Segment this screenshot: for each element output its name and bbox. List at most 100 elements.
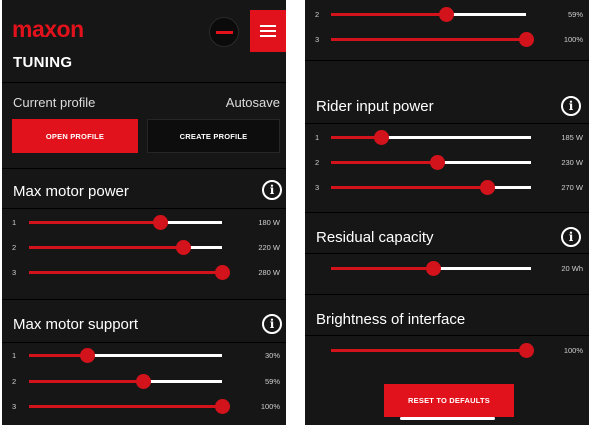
- menu-bar-line: [260, 25, 276, 27]
- row-index: 2: [315, 158, 320, 167]
- row-index: 1: [12, 218, 17, 227]
- row-index: 3: [12, 268, 17, 277]
- slider-row: 100%: [305, 343, 589, 358]
- slider-thumb[interactable]: [215, 265, 230, 280]
- rider-input-power-title: Rider input power: [316, 98, 434, 115]
- max-motor-power-info-icon[interactable]: i: [262, 180, 282, 200]
- hamburger-menu-icon[interactable]: [250, 10, 286, 52]
- slider-value: 100%: [563, 346, 583, 355]
- slider-row: 3 100%: [305, 32, 589, 47]
- slider-thumb[interactable]: [430, 155, 445, 170]
- slider-value: 30%: [264, 351, 280, 360]
- max-motor-power-slider-2[interactable]: [29, 240, 222, 255]
- slider-thumb[interactable]: [215, 399, 230, 414]
- slider-thumb[interactable]: [439, 7, 455, 22]
- residual-capacity-title: Residual capacity: [316, 229, 434, 246]
- slider-fill: [29, 246, 184, 249]
- slider-fill: [331, 38, 526, 41]
- brightness-slider[interactable]: [331, 343, 534, 358]
- slider-value: 20 Wh: [561, 264, 583, 273]
- row-index: 3: [12, 402, 17, 411]
- slider-row: 2 59%: [305, 7, 589, 22]
- slider-value: 220 W: [258, 243, 280, 252]
- max-motor-support-slider-1[interactable]: [29, 348, 222, 363]
- header-divider: [2, 82, 286, 83]
- section-divider: [305, 335, 589, 336]
- row-index: 2: [12, 243, 17, 252]
- slider-value: 185 W: [561, 133, 583, 142]
- slider-fill: [29, 405, 222, 408]
- open-profile-button[interactable]: OPEN PROFILE: [12, 119, 138, 153]
- tuning-screen-bottom: 2 59% 3 100% Rider input power i 1 185 W…: [305, 0, 589, 425]
- slider-row: 2 59%: [2, 374, 286, 389]
- slider-row: 3 280 W: [2, 265, 286, 280]
- slider-thumb[interactable]: [79, 348, 95, 363]
- rider-input-power-slider-1[interactable]: [331, 130, 531, 145]
- maxon-logo: maxon: [12, 16, 84, 42]
- autosave-status: Autosave: [225, 95, 280, 110]
- slider-thumb[interactable]: [519, 32, 534, 47]
- slider-fill: [29, 354, 87, 357]
- slider-thumb[interactable]: [480, 180, 495, 195]
- slider-thumb[interactable]: [153, 215, 169, 230]
- row-index: 3: [315, 35, 320, 44]
- rider-input-power-slider-2[interactable]: [331, 155, 531, 170]
- max-motor-support-info-icon[interactable]: i: [262, 314, 282, 334]
- slider-thumb[interactable]: [426, 261, 441, 276]
- slider-row: 1 185 W: [305, 130, 589, 145]
- max-motor-power-slider-1[interactable]: [29, 215, 222, 230]
- section-divider: [305, 294, 589, 295]
- row-index: 1: [12, 351, 17, 360]
- slider-fill: [331, 267, 433, 270]
- create-profile-button[interactable]: CREATE PROFILE: [147, 119, 280, 153]
- brightness-title: Brightness of interface: [316, 311, 466, 328]
- slider-value: 180 W: [258, 218, 280, 227]
- slider-fill: [29, 380, 143, 383]
- slider-fill: [331, 161, 437, 164]
- menu-bar-line: [260, 35, 276, 37]
- current-profile-label: Current profile: [13, 95, 96, 110]
- section-divider: [305, 253, 589, 254]
- tuning-screen-top: maxon TUNING Current profile Autosave OP…: [2, 0, 286, 425]
- section-divider: [2, 208, 286, 209]
- section-divider: [305, 212, 589, 213]
- slider-value: 59%: [264, 377, 280, 386]
- slider-row: 2 230 W: [305, 155, 589, 170]
- menu-bar-line: [260, 30, 276, 32]
- slider-row: 1 180 W: [2, 215, 286, 230]
- section-divider: [2, 168, 286, 169]
- slider-value: 100%: [260, 402, 280, 411]
- rider-input-power-slider-3[interactable]: [331, 180, 531, 195]
- slider-value: 230 W: [561, 158, 583, 167]
- slider-row: 1 30%: [2, 348, 286, 363]
- reset-to-defaults-button[interactable]: RESET TO DEFAULTS: [384, 384, 514, 417]
- slider-row: 2 220 W: [2, 240, 286, 255]
- slider-fill: [331, 186, 487, 189]
- slider-row: 3 270 W: [305, 180, 589, 195]
- residual-capacity-info-icon[interactable]: i: [561, 227, 581, 247]
- page-title: TUNING: [13, 54, 73, 71]
- row-index: 2: [12, 377, 17, 386]
- profile-avatar-icon[interactable]: [209, 17, 239, 47]
- row-index: 3: [315, 183, 320, 192]
- max-motor-power-slider-3[interactable]: [29, 265, 230, 280]
- rider-input-power-info-icon[interactable]: i: [561, 96, 581, 116]
- section-divider: [305, 60, 589, 61]
- max-motor-support-slider-3[interactable]: [29, 399, 230, 414]
- slider-value: 100%: [563, 35, 583, 44]
- section-divider: [2, 299, 286, 300]
- slider-thumb[interactable]: [135, 374, 151, 389]
- slider-row: 20 Wh: [305, 261, 589, 276]
- slider-value: 280 W: [258, 268, 280, 277]
- residual-capacity-slider[interactable]: [331, 261, 531, 276]
- home-indicator: [400, 417, 495, 420]
- slider-fill: [331, 13, 447, 16]
- max-motor-support-slider-3[interactable]: [331, 32, 534, 47]
- slider-thumb[interactable]: [374, 130, 389, 145]
- slider-thumb[interactable]: [519, 343, 534, 358]
- slider-thumb[interactable]: [176, 240, 192, 255]
- slider-value: 270 W: [561, 183, 583, 192]
- max-motor-support-slider-2[interactable]: [331, 7, 526, 22]
- slider-row: 3 100%: [2, 399, 286, 414]
- max-motor-support-slider-2[interactable]: [29, 374, 222, 389]
